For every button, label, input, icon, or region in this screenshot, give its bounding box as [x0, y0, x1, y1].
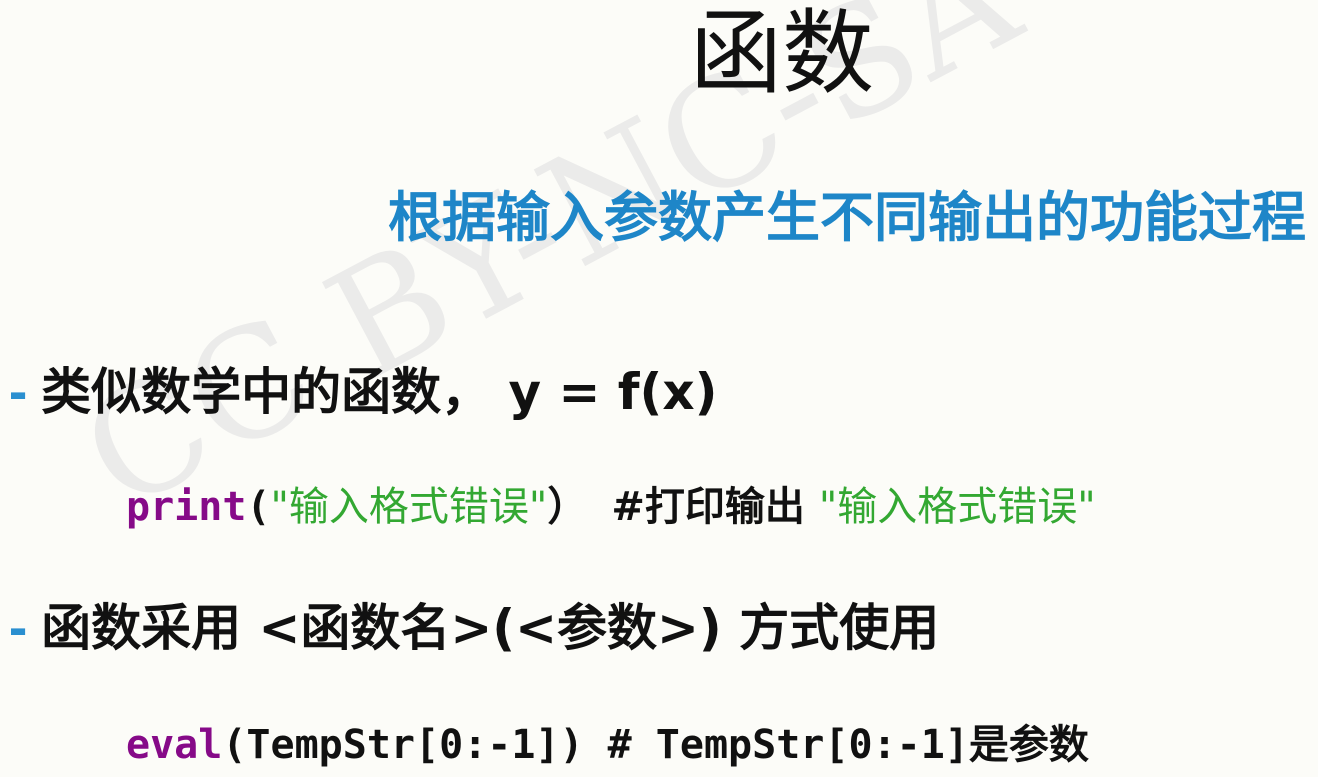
code-example-print: print("输入格式错误"） #打印输出 "输入格式错误" [126, 474, 1096, 532]
code-paren-close: ） [547, 484, 588, 530]
slide-title: 函数 [690, 0, 875, 107]
code-comment-string: "输入格式错误" [818, 484, 1096, 530]
bullet-dash-icon: - [8, 602, 28, 656]
code-comment: # TempStr[0:-1]是参数 [583, 722, 1089, 768]
bullet-item-function-usage: - 函数采用 <函数名>(<参数>) 方式使用 [0, 588, 939, 660]
bullet-text: 函数采用 <函数名>(<参数>) 方式使用 [41, 599, 940, 657]
code-example-eval: eval(TempStr[0:-1]) # TempStr[0:-1]是参数 [126, 712, 1089, 770]
code-args: (TempStr[0:-1]) [222, 722, 584, 768]
code-keyword: print [126, 484, 247, 530]
code-string: "输入格式错误" [270, 484, 548, 530]
code-paren-open: ( [246, 484, 271, 530]
slide-subtitle: 根据输入参数产生不同输出的功能过程 [388, 186, 1306, 249]
bullet-text: 类似数学中的函数， y = f(x) [41, 363, 718, 421]
code-keyword: eval [126, 722, 223, 768]
bullet-dash-icon: - [8, 366, 28, 420]
license-watermark: CC BY-NC-SA 4.0 嵩 [56, 0, 1318, 545]
code-comment: #打印输出 [611, 484, 819, 530]
bullet-item-function-analogy: - 类似数学中的函数， y = f(x) [0, 352, 718, 424]
